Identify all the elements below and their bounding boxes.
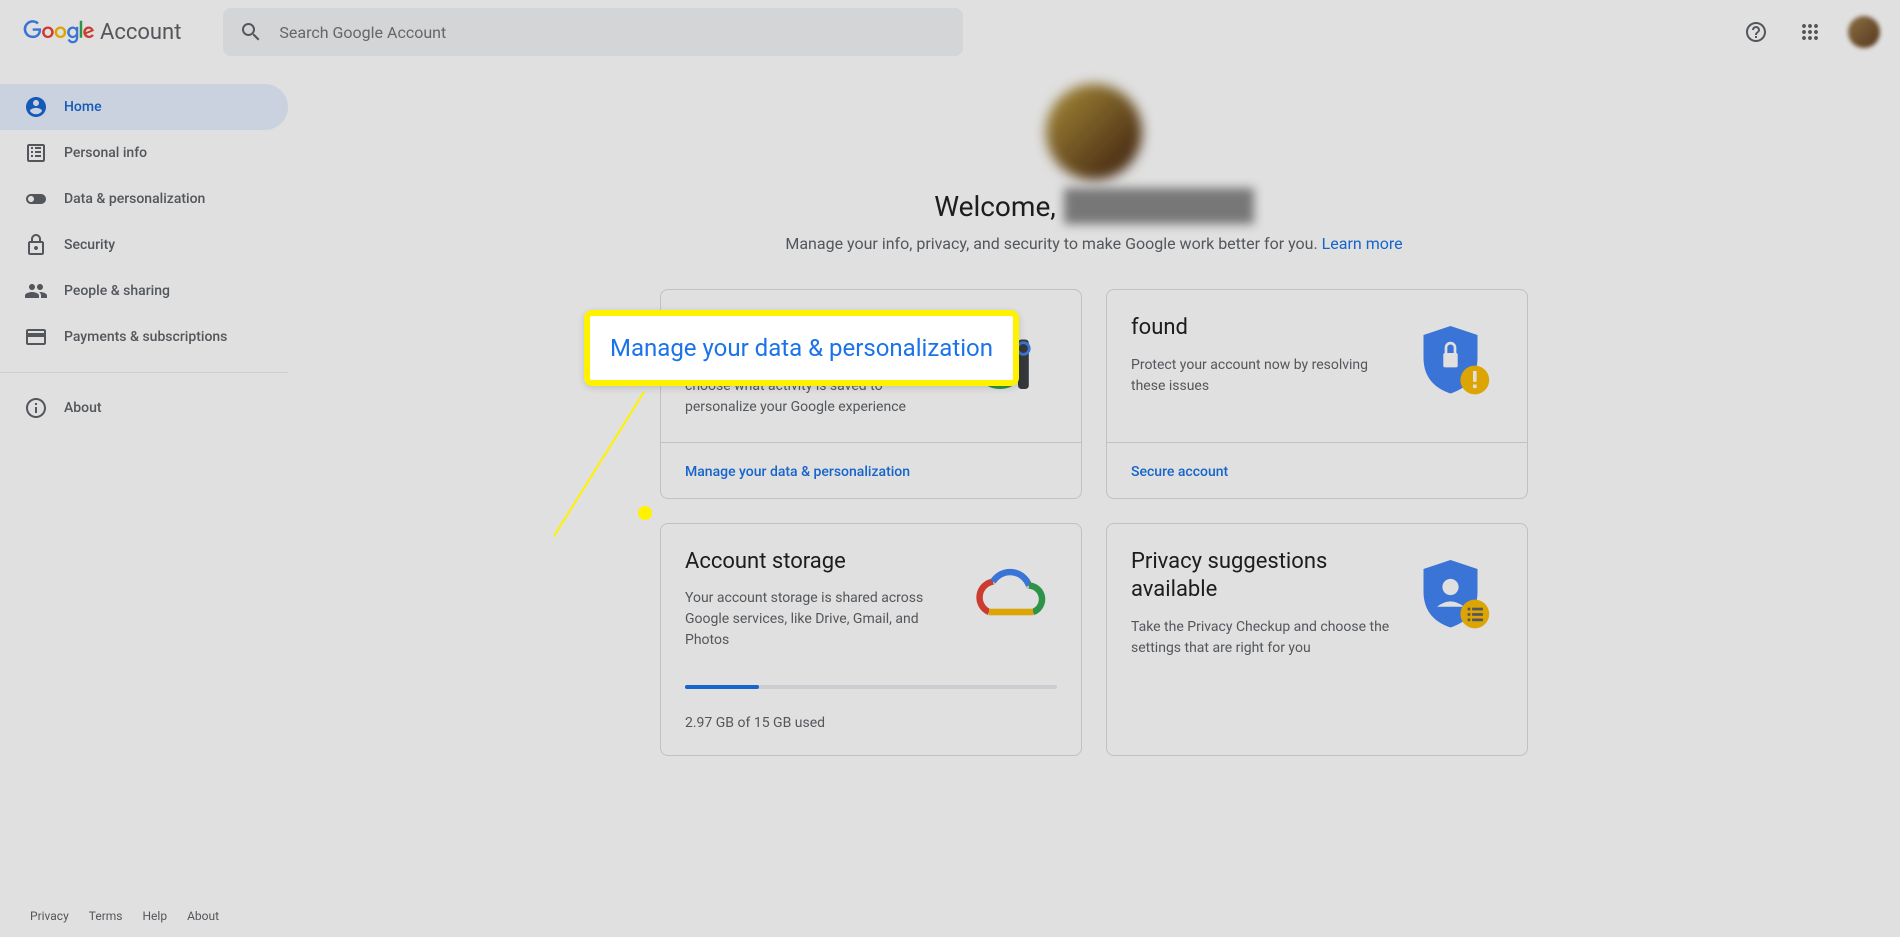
toggle-icon [24, 187, 48, 211]
nav-personal-info[interactable]: Personal info [0, 130, 288, 176]
content: Welcome, Manage your info, privacy, and … [288, 64, 1900, 756]
nav-label: Personal info [64, 145, 147, 161]
help-button[interactable] [1736, 12, 1776, 52]
card-desc: Your account storage is shared across Go… [685, 588, 945, 651]
card-title: found [1131, 314, 1391, 343]
shield-lock-warning-icon [1407, 314, 1503, 410]
sidebar: Home Personal info Data & personalizatio… [0, 64, 288, 756]
nav-security[interactable]: Security [0, 222, 288, 268]
learn-more-link[interactable]: Learn more [1322, 234, 1403, 253]
nav-about[interactable]: About [0, 385, 288, 431]
search-wrap [223, 8, 963, 56]
nav-data-personalization[interactable]: Data & personalization [0, 176, 288, 222]
nav-people-sharing[interactable]: People & sharing [0, 268, 288, 314]
divider [0, 372, 288, 373]
info-icon [24, 396, 48, 420]
header: Account [0, 0, 1900, 64]
card-title: Account storage [685, 548, 945, 577]
welcome-heading: Welcome, [934, 188, 1254, 224]
search-icon [239, 20, 263, 44]
annotation-callout: Manage your data & personalization [584, 310, 1019, 386]
storage-progress-fill [685, 685, 759, 689]
shield-person-list-icon [1407, 548, 1503, 644]
cloud-icon [961, 548, 1057, 644]
welcome-name-redacted [1064, 188, 1254, 224]
apps-icon [1798, 20, 1822, 44]
card-storage: Account storage Your account storage is … [660, 523, 1082, 757]
help-icon [1744, 20, 1768, 44]
footer: Privacy Terms Help About [0, 895, 249, 937]
credit-card-icon [24, 325, 48, 349]
welcome-prefix: Welcome, [934, 190, 1056, 223]
avatar-icon [1848, 16, 1880, 48]
logo[interactable]: Account [16, 20, 181, 45]
nav-label: Security [64, 237, 115, 253]
apps-button[interactable] [1790, 12, 1830, 52]
header-right [1736, 12, 1884, 52]
id-card-icon [24, 141, 48, 165]
footer-privacy[interactable]: Privacy [30, 909, 69, 923]
storage-progress [685, 685, 1057, 689]
card-security-issues: found Protect your account now by resolv… [1106, 289, 1528, 499]
account-button[interactable] [1844, 12, 1884, 52]
profile-avatar [1046, 84, 1142, 180]
nav-label: People & sharing [64, 283, 170, 299]
logo-suffix: Account [100, 20, 181, 45]
footer-help[interactable]: Help [143, 909, 168, 923]
nav-label: Data & personalization [64, 191, 205, 207]
card-desc: Protect your account now by resolving th… [1131, 355, 1391, 397]
footer-about[interactable]: About [187, 909, 219, 923]
storage-used-text: 2.97 GB of 15 GB used [685, 715, 1057, 731]
manage-data-link[interactable]: Manage your data & personalization [685, 464, 910, 480]
secure-account-link[interactable]: Secure account [1131, 464, 1228, 480]
search-input[interactable] [279, 23, 947, 42]
person-circle-icon [24, 95, 48, 119]
nav-label: Payments & subscriptions [64, 329, 227, 345]
google-logo-icon [22, 20, 96, 44]
annotation-dot [638, 506, 652, 520]
nav-label: About [64, 400, 102, 416]
nav-home[interactable]: Home [0, 84, 288, 130]
lock-icon [24, 233, 48, 257]
card-title: Privacy suggestions available [1131, 548, 1391, 605]
welcome-subtitle: Manage your info, privacy, and security … [785, 234, 1402, 253]
footer-terms[interactable]: Terms [89, 909, 123, 923]
nav-label: Home [64, 99, 102, 115]
card-privacy-suggestions: Privacy suggestions available Take the P… [1106, 523, 1528, 757]
search-box[interactable] [223, 8, 963, 56]
nav-payments[interactable]: Payments & subscriptions [0, 314, 288, 360]
people-icon [24, 279, 48, 303]
card-desc: Take the Privacy Checkup and choose the … [1131, 617, 1391, 659]
